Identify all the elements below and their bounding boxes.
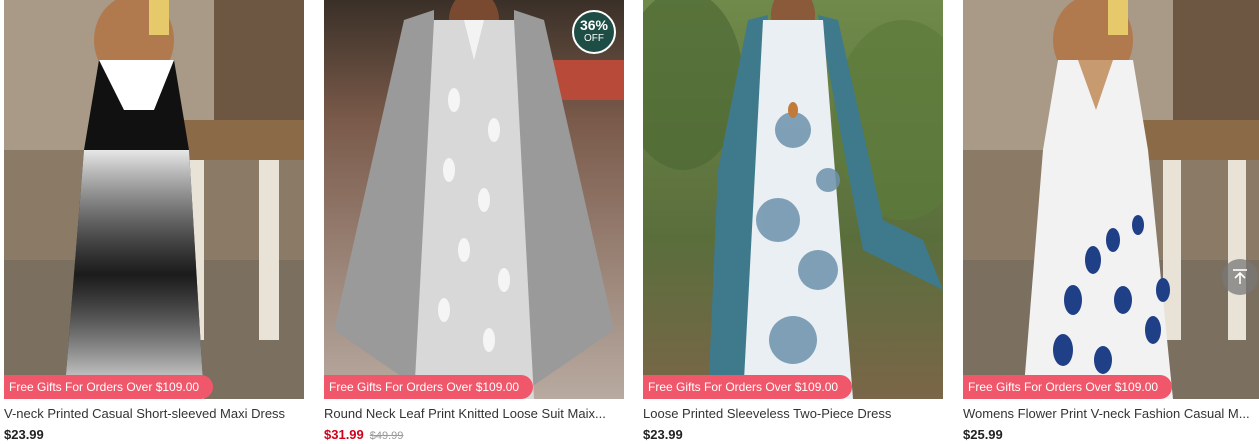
product-photo [643,0,943,399]
product-price: $23.99 [643,427,683,442]
discount-off-label: OFF [584,33,604,44]
original-price: $49.99 [369,430,404,442]
promo-banner: Free Gifts For Orders Over $109.00 [4,375,214,399]
product-price: $23.99 [4,427,44,442]
discount-percent: 36% [579,17,609,33]
product-title[interactable]: V-neck Printed Casual Short-sleeved Maxi… [4,406,302,421]
arrow-up-to-line-icon [1233,269,1247,284]
product-price: $25.99 [963,427,1003,442]
product-title[interactable]: Loose Printed Sleeveless Two-Piece Dress [643,406,941,421]
sale-price: $31.99 [324,427,364,442]
product-grid: Free Gifts For Orders Over $109.00 V-nec… [0,0,1259,444]
product-card[interactable]: Free Gifts For Orders Over $109.00 Women… [963,0,1259,444]
promo-banner: Free Gifts For Orders Over $109.00 [643,375,853,399]
price-row: $23.99 [643,427,943,442]
price-row: $23.99 [4,427,304,442]
product-image[interactable]: Free Gifts For Orders Over $109.00 [643,0,943,399]
discount-badge: 36% OFF [572,10,616,54]
product-photo [324,0,624,399]
product-card[interactable]: Free Gifts For Orders Over $109.00 V-nec… [4,0,304,444]
product-photo [963,0,1259,399]
price-row: $31.99 $49.99 [324,427,624,442]
product-image[interactable]: Free Gifts For Orders Over $109.00 [4,0,304,399]
product-card[interactable]: 36% OFF Free Gifts For Orders Over $109.… [324,0,624,444]
product-photo [4,0,304,399]
product-image[interactable]: 36% OFF Free Gifts For Orders Over $109.… [324,0,624,399]
product-title[interactable]: Round Neck Leaf Print Knitted Loose Suit… [324,406,622,421]
product-title[interactable]: Womens Flower Print V-neck Fashion Casua… [963,406,1259,421]
product-card[interactable]: Free Gifts For Orders Over $109.00 Loose… [643,0,943,444]
promo-banner: Free Gifts For Orders Over $109.00 [324,375,534,399]
back-to-top-button[interactable] [1222,259,1258,295]
promo-banner: Free Gifts For Orders Over $109.00 [963,375,1173,399]
product-image[interactable]: Free Gifts For Orders Over $109.00 [963,0,1259,399]
price-row: $25.99 [963,427,1259,442]
